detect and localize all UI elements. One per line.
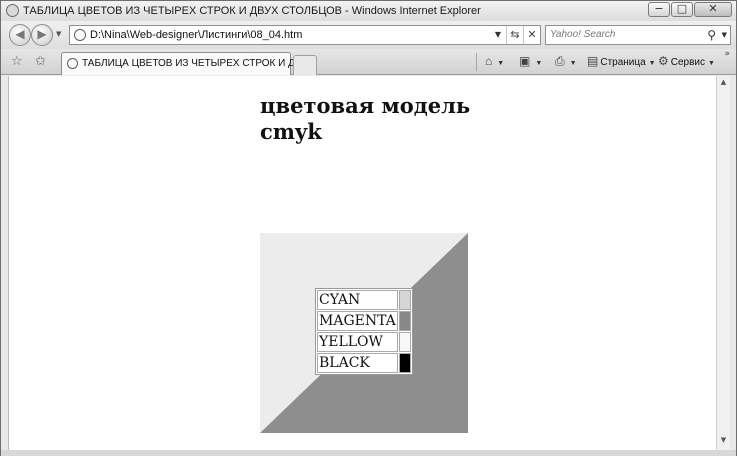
stop-icon[interactable]: ✕ — [523, 26, 540, 44]
ie-logo-icon — [6, 4, 19, 17]
recent-pages-dropdown[interactable]: ▼ — [56, 30, 61, 38]
maximize-button[interactable]: □ — [671, 2, 693, 17]
search-placeholder[interactable]: Yahoo! Search — [550, 29, 615, 40]
table-row: CYAN — [317, 290, 411, 310]
search-field[interactable]: Yahoo! Search ⚲ ▼ — [545, 25, 731, 45]
home-icon: ⌂ — [485, 54, 493, 68]
table-row: BLACK — [317, 353, 411, 373]
color-swatch-cell — [398, 332, 411, 352]
tab-page-icon — [67, 58, 78, 69]
tools-menu-button[interactable]: ⚙ Сервис ▼ — [658, 54, 715, 68]
page-menu-label: Страница — [600, 57, 646, 68]
tab-active-page[interactable]: ТАБЛИЦА ЦВЕТОВ ИЗ ЧЕТЫРЕХ СТРОК И ДВУ... — [61, 52, 315, 75]
heading-line-1: цветовая модель — [260, 93, 471, 118]
address-dropdown-icon[interactable]: ▼ — [491, 26, 505, 44]
print-dropdown-icon: ▼ — [569, 60, 577, 67]
print-button[interactable]: ⎙ ▼ — [555, 54, 577, 69]
close-button[interactable]: ✕ — [694, 2, 732, 17]
add-favorites-icon[interactable]: ✩ — [35, 54, 46, 69]
page-menu-dropdown-icon: ▼ — [648, 60, 656, 67]
table-row: MAGENTA — [317, 311, 411, 331]
home-dropdown-icon: ▼ — [497, 60, 505, 67]
heading-line-2: cmyk — [260, 119, 322, 144]
scroll-down-icon[interactable]: ▼ — [717, 436, 730, 448]
vertical-scrollbar[interactable]: ▲ ▼ — [716, 76, 730, 450]
tab-command-bar: ☆ ✩ ТАБЛИЦА ЦВЕТОВ ИЗ ЧЕТЫРЕХ СТРОК И ДВ… — [1, 49, 736, 75]
page-menu-icon: ▤ — [587, 54, 599, 68]
forward-arrow-icon: ▶ — [37, 27, 47, 41]
browser-window: ТАБЛИЦА ЦВЕТОВ ИЗ ЧЕТЫРЕХ СТРОК И ДВУХ С… — [0, 0, 737, 456]
address-toolbar: ◀ ▶ ▼ D:\Nina\Web-designer\Листинги\08_0… — [1, 21, 736, 49]
toolbar-divider — [476, 53, 477, 71]
page-icon — [74, 29, 86, 41]
tab-label: ТАБЛИЦА ЦВЕТОВ ИЗ ЧЕТЫРЕХ СТРОК И ДВУ... — [82, 58, 315, 69]
back-button[interactable]: ◀ — [9, 24, 31, 46]
color-swatch-cell — [398, 290, 411, 310]
color-table: CYAN MAGENTA YELLOW BLACK — [315, 288, 413, 375]
printer-icon: ⎙ — [555, 54, 565, 68]
cmyk-figure: CYAN MAGENTA YELLOW BLACK — [260, 233, 468, 433]
address-field[interactable]: D:\Nina\Web-designer\Листинги\08_04.htm … — [69, 25, 541, 45]
toolbar-overflow-chevron-icon[interactable]: » — [724, 49, 730, 59]
status-bar — [1, 450, 736, 456]
new-tab-button[interactable] — [293, 55, 317, 75]
color-swatch-cell — [398, 311, 411, 331]
tools-menu-dropdown-icon: ▼ — [708, 60, 715, 67]
page-menu-button[interactable]: ▤ Страница ▼ — [587, 54, 656, 68]
favorites-star-icon[interactable]: ☆ — [11, 54, 23, 69]
rss-feed-icon: ▣ — [519, 54, 531, 68]
search-icon[interactable]: ⚲ — [707, 28, 716, 42]
color-name-cell: YELLOW — [317, 332, 398, 352]
title-bar: ТАБЛИЦА ЦВЕТОВ ИЗ ЧЕТЫРЕХ СТРОК И ДВУХ С… — [1, 1, 736, 21]
color-name-cell: BLACK — [317, 353, 398, 373]
minimize-icon: − — [654, 2, 664, 15]
maximize-icon: □ — [676, 2, 688, 15]
tools-menu-label: Сервис — [670, 57, 706, 68]
window-title: ТАБЛИЦА ЦВЕТОВ ИЗ ЧЕТЫРЕХ СТРОК И ДВУХ С… — [23, 5, 481, 17]
home-button[interactable]: ⌂ ▼ — [485, 54, 504, 68]
minimize-button[interactable]: − — [648, 2, 670, 17]
refresh-icon[interactable]: ⇆ — [506, 26, 523, 44]
window-controls: − □ ✕ — [647, 2, 732, 17]
gear-icon: ⚙ — [658, 54, 669, 68]
feeds-button[interactable]: ▣ ▼ — [519, 54, 542, 68]
page-content: цветовая модель cmyk CYAN MAGENTA YELLOW… — [8, 76, 716, 450]
address-url[interactable]: D:\Nina\Web-designer\Листинги\08_04.htm — [90, 29, 302, 41]
color-swatch-cell — [398, 353, 411, 373]
search-dropdown-icon[interactable]: ▼ — [722, 31, 727, 39]
color-name-cell: MAGENTA — [317, 311, 398, 331]
page-heading: цветовая модель cmyk — [260, 93, 500, 145]
table-row: YELLOW — [317, 332, 411, 352]
feeds-dropdown-icon: ▼ — [535, 60, 543, 67]
close-icon: ✕ — [708, 2, 718, 15]
color-name-cell: CYAN — [317, 290, 398, 310]
back-arrow-icon: ◀ — [15, 27, 25, 41]
forward-button[interactable]: ▶ — [31, 24, 53, 46]
scroll-up-icon[interactable]: ▲ — [717, 78, 730, 90]
